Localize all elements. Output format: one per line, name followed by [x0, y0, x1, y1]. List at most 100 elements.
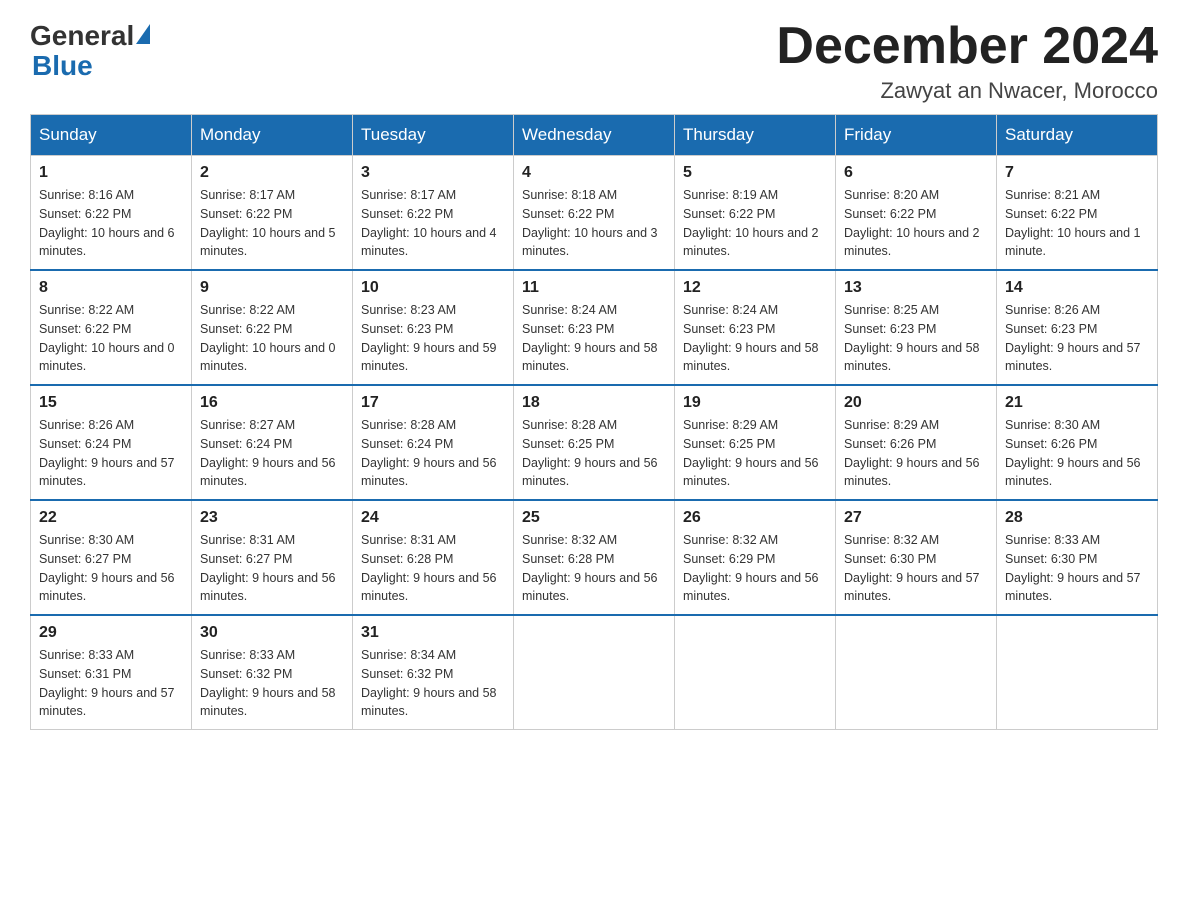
day-info: Sunrise: 8:31 AMSunset: 6:27 PMDaylight:…	[200, 531, 344, 606]
calendar-day-header: Wednesday	[514, 115, 675, 156]
day-number: 18	[522, 394, 666, 412]
calendar-day-cell: 10 Sunrise: 8:23 AMSunset: 6:23 PMDayligh…	[353, 270, 514, 385]
calendar-day-header: Sunday	[31, 115, 192, 156]
calendar-day-cell: 14Sunrise: 8:26 AMSunset: 6:23 PMDayligh…	[997, 270, 1158, 385]
day-info: Sunrise: 8:33 AMSunset: 6:31 PMDaylight:…	[39, 646, 183, 721]
day-info: Sunrise: 8:26 AMSunset: 6:23 PMDaylight:…	[1005, 301, 1149, 376]
day-number: 31	[361, 624, 505, 642]
calendar-header-row: SundayMondayTuesdayWednesdayThursdayFrid…	[31, 115, 1158, 156]
day-info: Sunrise: 8:26 AMSunset: 6:24 PMDaylight:…	[39, 416, 183, 491]
day-number: 26	[683, 509, 827, 527]
month-title: December 2024	[776, 20, 1158, 72]
day-number: 30	[200, 624, 344, 642]
day-number: 7	[1005, 164, 1149, 182]
day-number: 5	[683, 164, 827, 182]
day-info: Sunrise: 8:22 AMSunset: 6:22 PMDaylight:…	[200, 301, 344, 376]
calendar-day-cell: 23 Sunrise: 8:31 AMSunset: 6:27 PMDayligh…	[192, 500, 353, 615]
calendar-day-cell: 21 Sunrise: 8:30 AMSunset: 6:26 PMDayligh…	[997, 385, 1158, 500]
day-info: Sunrise: 8:29 AMSunset: 6:25 PMDaylight:…	[683, 416, 827, 491]
day-number: 22	[39, 509, 183, 527]
day-info: Sunrise: 8:29 AMSunset: 6:26 PMDaylight:…	[844, 416, 988, 491]
calendar-day-cell: 15 Sunrise: 8:26 AMSunset: 6:24 PMDayligh…	[31, 385, 192, 500]
day-info: Sunrise: 8:34 AMSunset: 6:32 PMDaylight:…	[361, 646, 505, 721]
calendar-day-header: Thursday	[675, 115, 836, 156]
calendar-day-cell: 27 Sunrise: 8:32 AMSunset: 6:30 PMDayligh…	[836, 500, 997, 615]
day-info: Sunrise: 8:32 AMSunset: 6:30 PMDaylight:…	[844, 531, 988, 606]
calendar-day-cell: 24 Sunrise: 8:31 AMSunset: 6:28 PMDayligh…	[353, 500, 514, 615]
day-number: 25	[522, 509, 666, 527]
logo-triangle-icon	[136, 24, 150, 44]
day-info: Sunrise: 8:24 AMSunset: 6:23 PMDaylight:…	[683, 301, 827, 376]
day-number: 23	[200, 509, 344, 527]
day-info: Sunrise: 8:23 AMSunset: 6:23 PMDaylight:…	[361, 301, 505, 376]
day-number: 11	[522, 279, 666, 297]
day-number: 6	[844, 164, 988, 182]
day-info: Sunrise: 8:17 AMSunset: 6:22 PMDaylight:…	[200, 186, 344, 261]
day-number: 15	[39, 394, 183, 412]
calendar-week-row: 1Sunrise: 8:16 AMSunset: 6:22 PMDaylight…	[31, 156, 1158, 271]
calendar-day-cell	[675, 615, 836, 730]
calendar-day-cell: 30Sunrise: 8:33 AMSunset: 6:32 PMDayligh…	[192, 615, 353, 730]
day-info: Sunrise: 8:30 AMSunset: 6:26 PMDaylight:…	[1005, 416, 1149, 491]
day-number: 13	[844, 279, 988, 297]
calendar-day-cell: 12Sunrise: 8:24 AMSunset: 6:23 PMDayligh…	[675, 270, 836, 385]
calendar-day-cell: 25 Sunrise: 8:32 AMSunset: 6:28 PMDayligh…	[514, 500, 675, 615]
day-info: Sunrise: 8:17 AMSunset: 6:22 PMDaylight:…	[361, 186, 505, 261]
day-number: 24	[361, 509, 505, 527]
calendar-day-cell: 31 Sunrise: 8:34 AMSunset: 6:32 PMDayligh…	[353, 615, 514, 730]
calendar-day-cell: 26Sunrise: 8:32 AMSunset: 6:29 PMDayligh…	[675, 500, 836, 615]
logo-general-text: General	[30, 20, 134, 52]
day-info: Sunrise: 8:31 AMSunset: 6:28 PMDaylight:…	[361, 531, 505, 606]
day-info: Sunrise: 8:25 AMSunset: 6:23 PMDaylight:…	[844, 301, 988, 376]
day-info: Sunrise: 8:27 AMSunset: 6:24 PMDaylight:…	[200, 416, 344, 491]
calendar-day-cell: 4Sunrise: 8:18 AMSunset: 6:22 PMDaylight…	[514, 156, 675, 271]
calendar-day-cell: 20 Sunrise: 8:29 AMSunset: 6:26 PMDayligh…	[836, 385, 997, 500]
calendar-week-row: 22 Sunrise: 8:30 AMSunset: 6:27 PMDayligh…	[31, 500, 1158, 615]
calendar-day-cell: 28 Sunrise: 8:33 AMSunset: 6:30 PMDayligh…	[997, 500, 1158, 615]
calendar-day-cell: 8Sunrise: 8:22 AMSunset: 6:22 PMDaylight…	[31, 270, 192, 385]
calendar-day-cell	[514, 615, 675, 730]
logo-blue-text: Blue	[30, 50, 93, 82]
day-info: Sunrise: 8:28 AMSunset: 6:25 PMDaylight:…	[522, 416, 666, 491]
day-number: 21	[1005, 394, 1149, 412]
day-info: Sunrise: 8:32 AMSunset: 6:28 PMDaylight:…	[522, 531, 666, 606]
day-number: 4	[522, 164, 666, 182]
day-info: Sunrise: 8:28 AMSunset: 6:24 PMDaylight:…	[361, 416, 505, 491]
day-number: 20	[844, 394, 988, 412]
calendar-day-header: Saturday	[997, 115, 1158, 156]
calendar-day-cell	[836, 615, 997, 730]
calendar-day-cell: 18 Sunrise: 8:28 AMSunset: 6:25 PMDayligh…	[514, 385, 675, 500]
calendar-day-cell: 19 Sunrise: 8:29 AMSunset: 6:25 PMDayligh…	[675, 385, 836, 500]
calendar-day-cell: 13 Sunrise: 8:25 AMSunset: 6:23 PMDayligh…	[836, 270, 997, 385]
day-info: Sunrise: 8:19 AMSunset: 6:22 PMDaylight:…	[683, 186, 827, 261]
day-number: 2	[200, 164, 344, 182]
day-number: 8	[39, 279, 183, 297]
calendar-day-cell: 7Sunrise: 8:21 AMSunset: 6:22 PMDaylight…	[997, 156, 1158, 271]
day-number: 16	[200, 394, 344, 412]
calendar-day-header: Monday	[192, 115, 353, 156]
day-number: 19	[683, 394, 827, 412]
location-title: Zawyat an Nwacer, Morocco	[776, 78, 1158, 104]
day-number: 3	[361, 164, 505, 182]
day-number: 9	[200, 279, 344, 297]
day-info: Sunrise: 8:30 AMSunset: 6:27 PMDaylight:…	[39, 531, 183, 606]
calendar-day-cell: 16 Sunrise: 8:27 AMSunset: 6:24 PMDayligh…	[192, 385, 353, 500]
day-number: 10	[361, 279, 505, 297]
title-block: December 2024 Zawyat an Nwacer, Morocco	[776, 20, 1158, 104]
day-number: 27	[844, 509, 988, 527]
calendar-week-row: 29Sunrise: 8:33 AMSunset: 6:31 PMDayligh…	[31, 615, 1158, 730]
day-number: 17	[361, 394, 505, 412]
day-info: Sunrise: 8:33 AMSunset: 6:30 PMDaylight:…	[1005, 531, 1149, 606]
calendar-day-cell: 1Sunrise: 8:16 AMSunset: 6:22 PMDaylight…	[31, 156, 192, 271]
calendar-day-cell: 9 Sunrise: 8:22 AMSunset: 6:22 PMDaylight…	[192, 270, 353, 385]
calendar-day-cell: 22 Sunrise: 8:30 AMSunset: 6:27 PMDayligh…	[31, 500, 192, 615]
calendar-day-header: Friday	[836, 115, 997, 156]
calendar-day-cell: 5 Sunrise: 8:19 AMSunset: 6:22 PMDaylight…	[675, 156, 836, 271]
calendar-day-cell	[997, 615, 1158, 730]
calendar-day-cell: 2 Sunrise: 8:17 AMSunset: 6:22 PMDaylight…	[192, 156, 353, 271]
calendar-day-cell: 6Sunrise: 8:20 AMSunset: 6:22 PMDaylight…	[836, 156, 997, 271]
calendar-week-row: 15 Sunrise: 8:26 AMSunset: 6:24 PMDayligh…	[31, 385, 1158, 500]
day-number: 28	[1005, 509, 1149, 527]
day-info: Sunrise: 8:24 AMSunset: 6:23 PMDaylight:…	[522, 301, 666, 376]
calendar-day-header: Tuesday	[353, 115, 514, 156]
